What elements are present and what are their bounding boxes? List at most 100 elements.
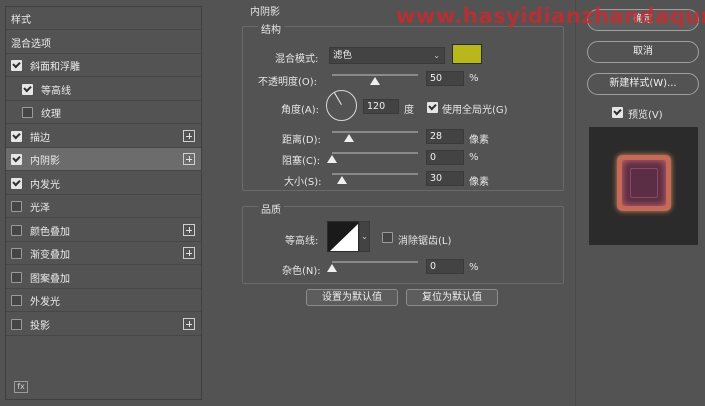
style-preview-area (589, 127, 698, 245)
add-effect-icon[interactable] (183, 153, 195, 165)
add-effect-icon[interactable] (183, 318, 195, 330)
style-item-label: 光泽 (30, 202, 50, 214)
opacity-label: 不透明度(O): (258, 77, 318, 88)
style-item-label: 斜面和浮雕 (30, 61, 80, 73)
style-list-item[interactable]: 外发光 (6, 289, 201, 312)
style-checkbox[interactable] (22, 106, 33, 118)
style-list-item[interactable]: 渐变叠加 (6, 242, 201, 265)
contour-dropdown[interactable]: ⌄ (359, 221, 370, 252)
style-item-label: 外发光 (30, 296, 60, 308)
style-list-item[interactable]: 图案叠加 (6, 266, 201, 289)
distance-label: 距离(D): (282, 135, 321, 146)
new-style-button[interactable]: 新建样式(W)... (587, 73, 699, 95)
style-checkbox[interactable] (11, 130, 22, 142)
style-item-label: 投影 (30, 320, 50, 332)
style-checkbox[interactable] (11, 294, 22, 306)
size-slider-track[interactable] (332, 173, 418, 175)
noise-slider-track[interactable] (332, 261, 418, 263)
style-list-item[interactable]: 内发光 (6, 172, 201, 195)
noise-input[interactable]: 0 (426, 259, 464, 274)
style-checkbox[interactable] (11, 271, 22, 283)
preview-swatch-inner (622, 160, 666, 206)
blend-mode-label: 混合模式: (275, 54, 319, 65)
choke-label: 阻塞(C): (282, 156, 321, 167)
style-item-label: 图案叠加 (30, 273, 70, 285)
size-input[interactable]: 30 (426, 171, 464, 186)
style-checkbox[interactable] (11, 224, 22, 236)
style-checkbox[interactable] (11, 247, 22, 259)
opacity-slider-track[interactable] (332, 74, 418, 76)
preview-checkbox[interactable] (612, 107, 623, 118)
add-effect-icon[interactable] (183, 224, 195, 236)
opacity-slider-thumb[interactable] (370, 77, 380, 85)
panel-divider (575, 0, 576, 406)
quality-title: 品质 (258, 201, 284, 216)
style-list-item[interactable]: 斜面和浮雕 (6, 54, 201, 77)
style-list-item[interactable]: 样式 (6, 7, 201, 30)
distance-slider-track[interactable] (332, 131, 418, 133)
style-item-label: 颜色叠加 (30, 226, 70, 238)
choke-slider-thumb[interactable] (327, 155, 337, 163)
fx-icon[interactable]: fx (14, 381, 28, 393)
add-effect-icon[interactable] (183, 130, 195, 142)
choke-unit: % (469, 152, 479, 163)
add-effect-icon[interactable] (183, 247, 195, 259)
distance-input[interactable]: 28 (426, 129, 464, 144)
chevron-down-icon: ⌄ (361, 232, 368, 241)
shadow-color-swatch[interactable] (452, 44, 482, 64)
set-default-button[interactable]: 设置为默认值 (306, 289, 398, 306)
style-list-item[interactable]: 光泽 (6, 195, 201, 218)
global-light-label: 使用全局光(G) (442, 105, 508, 116)
choke-input[interactable]: 0 (426, 150, 464, 165)
watermark-text: www.hasyidianzhandaqun (396, 4, 705, 28)
style-item-label: 纹理 (41, 108, 61, 120)
blend-mode-value: 滤色 (333, 50, 353, 61)
opacity-input[interactable]: 50 (426, 71, 464, 86)
style-item-label: 混合选项 (11, 38, 51, 50)
size-slider-thumb[interactable] (337, 176, 348, 184)
style-item-label: 等高线 (41, 85, 71, 97)
style-checkbox[interactable] (11, 59, 22, 71)
size-unit: 像素 (469, 177, 489, 188)
style-checkbox[interactable] (11, 318, 22, 330)
style-checkbox[interactable] (11, 200, 22, 212)
blend-mode-select[interactable]: 滤色 ⌄ (329, 47, 445, 64)
choke-slider-track[interactable] (332, 152, 418, 154)
global-light-checkbox[interactable] (427, 102, 438, 113)
contour-curve-icon (328, 222, 358, 251)
style-list-item[interactable]: 混合选项 (6, 31, 201, 54)
section-title: 内阴影 (250, 7, 280, 18)
cancel-button[interactable]: 取消 (587, 41, 699, 63)
panel-bottom-icons: fx (14, 381, 28, 393)
style-checkbox[interactable] (11, 177, 22, 189)
style-list-item[interactable]: 纹理 (6, 101, 201, 124)
style-list-item[interactable]: 内阴影 (6, 148, 201, 171)
size-label: 大小(S): (284, 177, 322, 188)
style-list-item[interactable]: 投影 (6, 313, 201, 336)
angle-dial[interactable] (326, 90, 357, 121)
distance-slider-thumb[interactable] (344, 134, 355, 142)
noise-unit: % (469, 262, 479, 273)
noise-slider-thumb[interactable] (327, 264, 337, 272)
antialias-label: 消除锯齿(L) (398, 236, 452, 247)
preview-label: 预览(V) (628, 110, 663, 121)
distance-unit: 像素 (469, 135, 489, 146)
preview-swatch-core (630, 168, 658, 198)
angle-unit: 度 (404, 105, 414, 116)
style-list-item[interactable]: 等高线 (6, 78, 201, 101)
antialias-checkbox[interactable] (382, 232, 393, 243)
structure-title: 结构 (258, 21, 284, 36)
contour-preview[interactable] (327, 221, 359, 252)
style-checkbox[interactable] (11, 153, 22, 165)
angle-label: 角度(A): (281, 105, 320, 116)
chevron-down-icon: ⌄ (433, 51, 440, 60)
style-list-item[interactable]: 描边 (6, 125, 201, 148)
style-item-label: 内发光 (30, 179, 60, 191)
style-checkbox[interactable] (22, 83, 33, 95)
style-item-label: 样式 (11, 14, 31, 26)
noise-label: 杂色(N): (282, 266, 321, 277)
angle-input[interactable]: 120 (363, 99, 399, 114)
style-list-item[interactable]: 颜色叠加 (6, 219, 201, 242)
reset-default-button[interactable]: 复位为默认值 (406, 289, 498, 306)
opacity-unit: % (469, 73, 479, 84)
